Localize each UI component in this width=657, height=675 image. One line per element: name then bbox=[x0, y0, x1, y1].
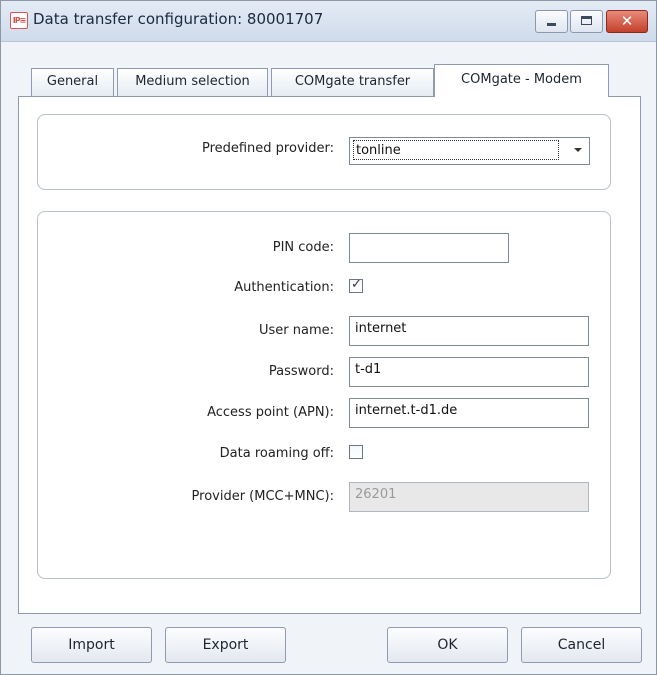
apn-field[interactable]: internet.t-d1.de bbox=[349, 398, 589, 428]
user-name-field[interactable]: internet bbox=[349, 316, 589, 346]
authentication-checkbox[interactable]: ✓ bbox=[349, 277, 363, 293]
minimize-icon bbox=[547, 23, 556, 26]
tab-panel: Predefined provider: tonline PIN code: A… bbox=[18, 96, 641, 614]
checkmark-icon: ✓ bbox=[351, 277, 362, 292]
provider-group: Predefined provider: tonline bbox=[37, 114, 611, 190]
tab-medium-selection[interactable]: Medium selection bbox=[117, 68, 268, 96]
ipe-app-icon: IP≡ bbox=[10, 12, 28, 29]
authentication-label: Authentication: bbox=[234, 280, 334, 295]
maximize-button[interactable] bbox=[570, 10, 603, 33]
minimize-button[interactable] bbox=[535, 10, 568, 33]
pin-code-label: PIN code: bbox=[272, 240, 334, 255]
predefined-provider-label: Predefined provider: bbox=[201, 141, 334, 156]
dialog-window: IP≡ Data transfer configuration: 8000170… bbox=[0, 0, 657, 675]
maximize-icon bbox=[581, 16, 592, 25]
chevron-down-icon bbox=[574, 148, 582, 152]
data-roaming-checkbox[interactable] bbox=[349, 445, 363, 459]
export-button[interactable]: Export bbox=[165, 627, 286, 663]
title-bar[interactable]: IP≡ Data transfer configuration: 8000170… bbox=[1, 1, 656, 42]
predefined-provider-select[interactable]: tonline bbox=[349, 137, 590, 165]
tab-general[interactable]: General bbox=[31, 68, 114, 96]
password-field[interactable]: t-d1 bbox=[349, 357, 589, 387]
mcc-mnc-label: Provider (MCC+MNC): bbox=[191, 489, 334, 504]
predefined-provider-value: tonline bbox=[353, 140, 559, 160]
modem-settings-group: PIN code: Authentication: ✓ User name: i… bbox=[37, 211, 611, 579]
import-button[interactable]: Import bbox=[31, 627, 152, 663]
tab-comgate-modem[interactable]: COMgate - Modem bbox=[434, 64, 609, 97]
mcc-mnc-field: 26201 bbox=[349, 482, 589, 512]
user-name-label: User name: bbox=[258, 323, 334, 338]
data-roaming-label: Data roaming off: bbox=[219, 446, 334, 461]
tab-comgate-transfer[interactable]: COMgate transfer bbox=[271, 68, 434, 96]
password-label: Password: bbox=[268, 364, 334, 379]
window-title: Data transfer configuration: 80001707 bbox=[33, 10, 324, 28]
close-button[interactable]: ✕ bbox=[606, 10, 648, 33]
pin-code-field[interactable] bbox=[349, 233, 509, 263]
ok-button[interactable]: OK bbox=[387, 627, 508, 663]
close-icon: ✕ bbox=[620, 12, 634, 30]
cancel-button[interactable]: Cancel bbox=[521, 627, 642, 663]
apn-label: Access point (APN): bbox=[207, 405, 334, 420]
